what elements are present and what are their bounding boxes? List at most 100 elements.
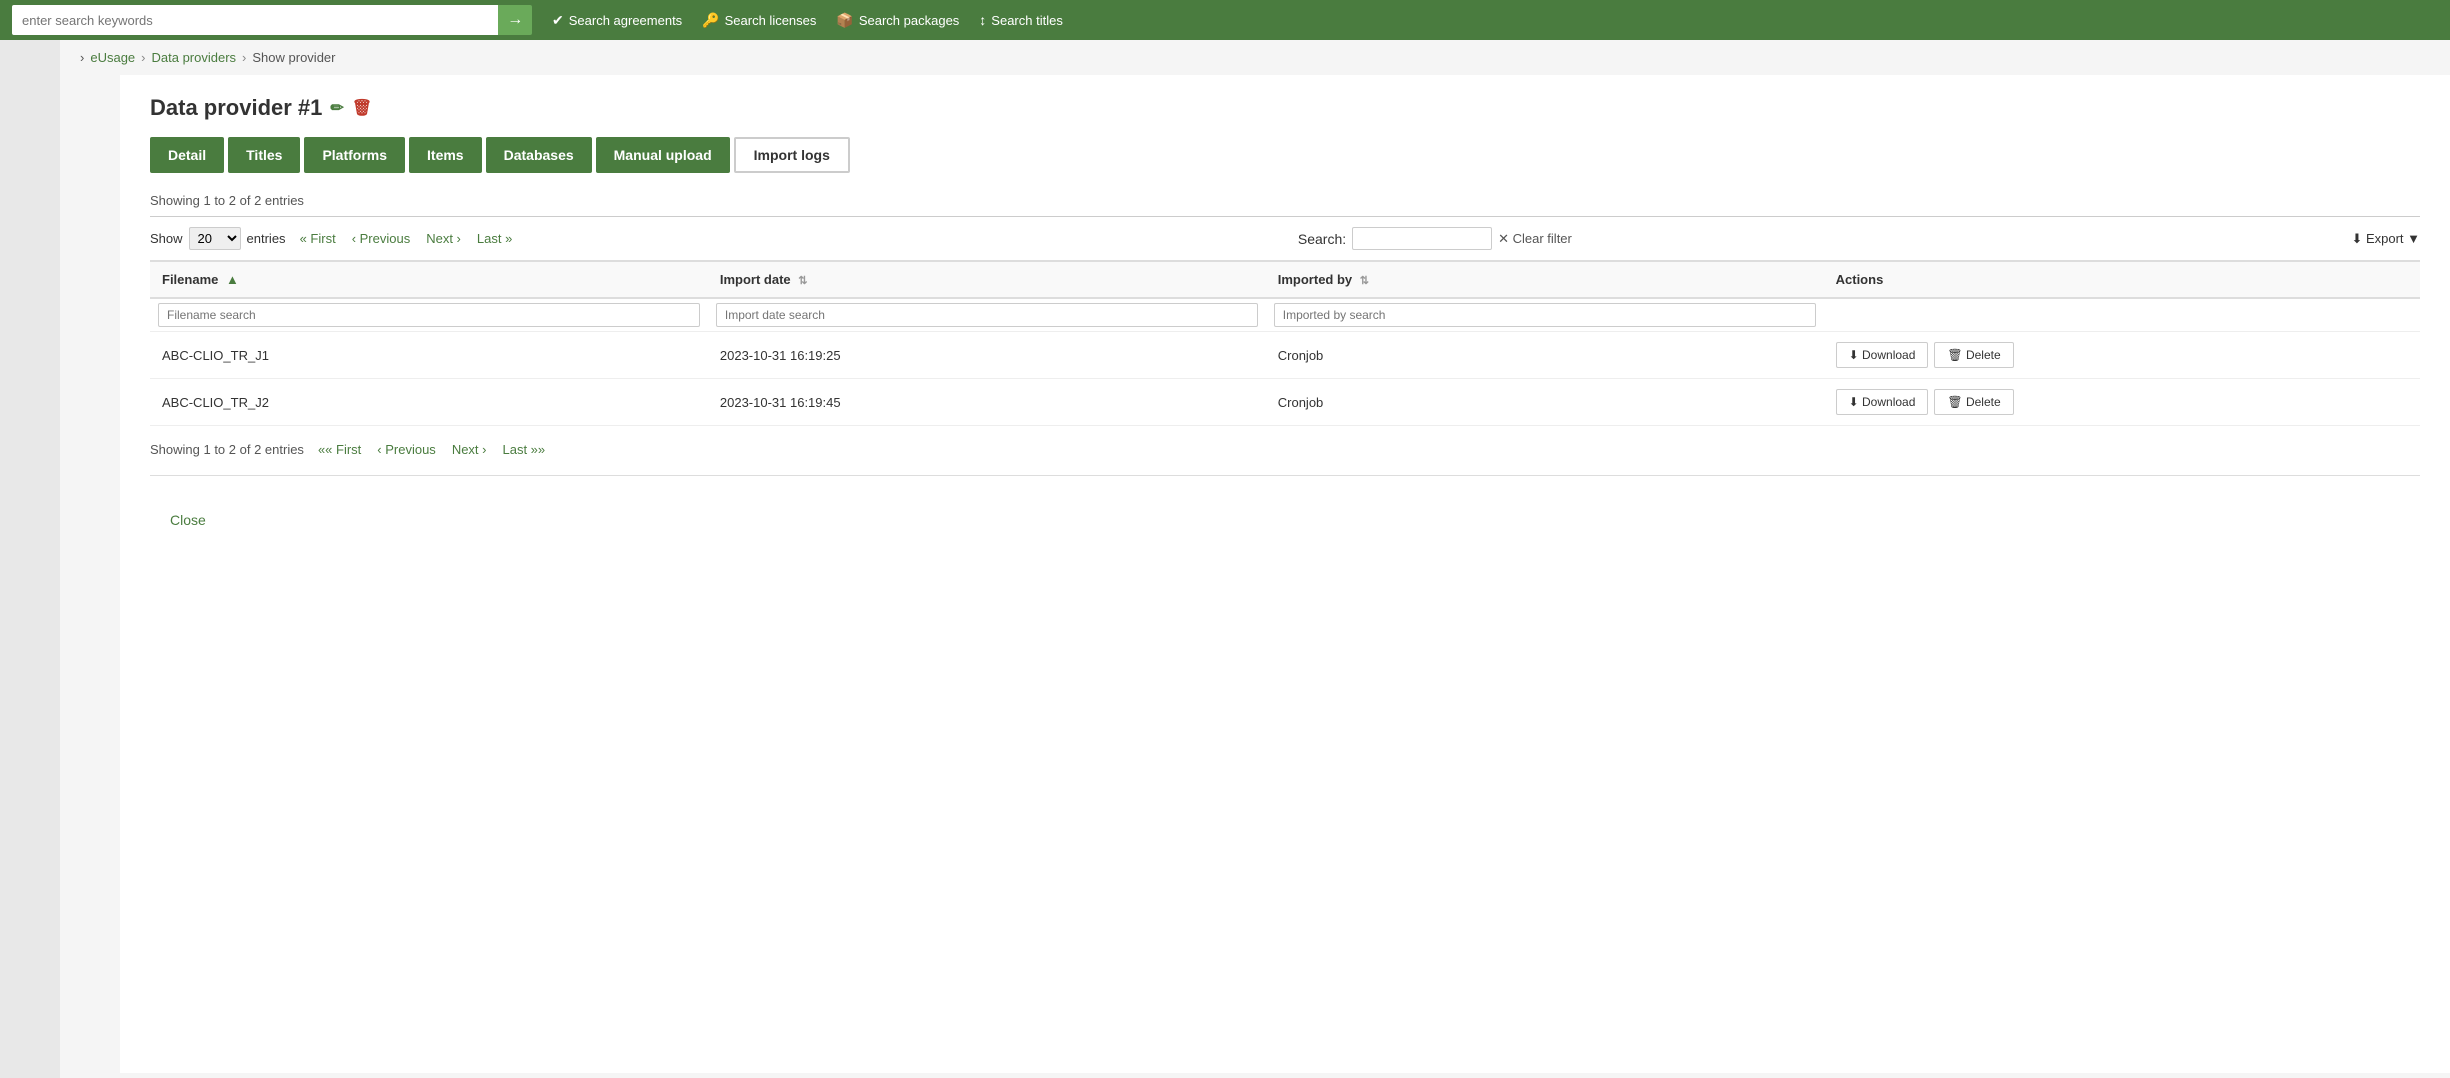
row1-import-date: 2023-10-31 16:19:25 <box>708 332 1266 379</box>
search-filter: Search: ✕ Clear filter <box>1298 227 1572 250</box>
chevron-right-icon: › <box>80 50 84 65</box>
tab-import-logs[interactable]: Import logs <box>734 137 850 173</box>
table-search-input[interactable] <box>1352 227 1492 250</box>
prev-page-btn-top[interactable]: ‹ Previous <box>346 229 417 248</box>
row2-action-btns: ⬇ Download 🗑 Delete <box>1836 389 2408 415</box>
nav-search-packages[interactable]: 📦 Search packages <box>836 12 959 29</box>
actions-search-cell <box>1824 298 2420 332</box>
imported-by-search-cell <box>1266 298 1824 332</box>
col-actions: Actions <box>1824 261 2420 298</box>
col-imported-by-label: Imported by <box>1278 272 1352 287</box>
first-page-btn-bottom[interactable]: «« First <box>312 440 367 459</box>
import-date-search-input[interactable] <box>716 303 1258 327</box>
page-title: Data provider #1 ✏ 🗑 <box>150 95 2420 121</box>
row1-filename: ABC-CLIO_TR_J1 <box>150 332 708 379</box>
sort-icon: ↕ <box>979 12 986 28</box>
first-page-btn-top[interactable]: « First <box>294 229 342 248</box>
breadcrumb: › eUsage › Data providers › Show provide… <box>60 40 2450 75</box>
table-row: ABC-CLIO_TR_J1 2023-10-31 16:19:25 Cronj… <box>150 332 2420 379</box>
last-page-btn-bottom[interactable]: Last »» <box>496 440 551 459</box>
row2-delete-btn[interactable]: 🗑 Delete <box>1934 389 2013 415</box>
col-filename-label: Filename <box>162 272 218 287</box>
col-import-date[interactable]: Import date ⇅ <box>708 261 1266 298</box>
tab-databases[interactable]: Databases <box>486 137 592 173</box>
check-icon: ✔ <box>552 12 564 29</box>
table-controls-top: Show 20 10 50 100 entries « First ‹ Prev… <box>150 227 2420 250</box>
breadcrumb-current: Show provider <box>252 50 335 65</box>
import-date-search-cell <box>708 298 1266 332</box>
close-link[interactable]: Close <box>170 512 206 528</box>
package-icon: 📦 <box>836 12 853 29</box>
clear-filter-btn[interactable]: ✕ Clear filter <box>1498 231 1572 247</box>
sort-asc-icon: ▲ <box>226 272 239 287</box>
global-search-input[interactable] <box>12 5 498 35</box>
next-page-btn-bottom[interactable]: Next › <box>446 440 493 459</box>
nav-search-licenses-label: Search licenses <box>725 13 817 28</box>
breadcrumb-sep-1: › <box>141 50 145 65</box>
row1-actions: ⬇ Download 🗑 Delete <box>1824 332 2420 379</box>
table-header-row: Filename ▲ Import date ⇅ Imported by ⇅ <box>150 261 2420 298</box>
sort-both-icon-2: ⇅ <box>1360 275 1369 287</box>
tab-detail[interactable]: Detail <box>150 137 224 173</box>
arrow-icon: → <box>507 11 523 29</box>
nav-search-titles[interactable]: ↕ Search titles <box>979 12 1063 29</box>
entries-select[interactable]: 20 10 50 100 <box>189 227 241 250</box>
top-nav-links: ✔ Search agreements 🔑 Search licenses 📦 … <box>552 12 1063 29</box>
breadcrumb-sep-2: › <box>242 50 246 65</box>
imported-by-search-input[interactable] <box>1274 303 1816 327</box>
nav-search-agreements-label: Search agreements <box>569 13 682 28</box>
row1-delete-btn[interactable]: 🗑 Delete <box>1934 342 2013 368</box>
filename-search-cell <box>150 298 708 332</box>
breadcrumb-data-providers[interactable]: Data providers <box>152 50 237 65</box>
col-imported-by[interactable]: Imported by ⇅ <box>1266 261 1824 298</box>
row1-imported-by: Cronjob <box>1266 332 1824 379</box>
nav-search-licenses[interactable]: 🔑 Search licenses <box>702 12 816 29</box>
col-import-date-label: Import date <box>720 272 791 287</box>
search-input-wrap: → <box>12 5 532 35</box>
row2-filename: ABC-CLIO_TR_J2 <box>150 379 708 426</box>
table-search-row <box>150 298 2420 332</box>
table-row: ABC-CLIO_TR_J2 2023-10-31 16:19:45 Cronj… <box>150 379 2420 426</box>
tabs: Detail Titles Platforms Items Databases … <box>150 137 2420 173</box>
export-btn[interactable]: ⬇ Export ▼ <box>2351 231 2420 247</box>
row2-import-date: 2023-10-31 16:19:45 <box>708 379 1266 426</box>
page-title-text: Data provider #1 <box>150 95 322 121</box>
row1-action-btns: ⬇ Download 🗑 Delete <box>1836 342 2408 368</box>
sidebar <box>0 40 60 1078</box>
showing-text-bottom: Showing 1 to 2 of 2 entries <box>150 442 304 457</box>
data-table: Filename ▲ Import date ⇅ Imported by ⇅ <box>150 260 2420 426</box>
row2-actions: ⬇ Download 🗑 Delete <box>1824 379 2420 426</box>
search-label: Search: <box>1298 231 1346 247</box>
delete-icon[interactable]: 🗑 <box>352 98 372 118</box>
row1-download-btn[interactable]: ⬇ Download <box>1836 342 1929 368</box>
breadcrumb-eusage[interactable]: eUsage <box>90 50 135 65</box>
prev-page-btn-bottom[interactable]: ‹ Previous <box>371 440 442 459</box>
show-entries: Show 20 10 50 100 entries <box>150 227 286 250</box>
pagination-top: « First ‹ Previous Next › Last » <box>294 229 519 248</box>
nav-search-agreements[interactable]: ✔ Search agreements <box>552 12 682 29</box>
layout: › eUsage › Data providers › Show provide… <box>0 40 2450 1078</box>
key-icon: 🔑 <box>702 12 719 29</box>
tab-titles[interactable]: Titles <box>228 137 300 173</box>
nav-search-packages-label: Search packages <box>859 13 959 28</box>
tab-platforms[interactable]: Platforms <box>304 137 405 173</box>
filename-search-input[interactable] <box>158 303 700 327</box>
tab-manual-upload[interactable]: Manual upload <box>596 137 730 173</box>
search-submit-button[interactable]: → <box>498 5 532 35</box>
section-divider <box>150 475 2420 476</box>
entries-label: entries <box>247 231 286 246</box>
last-page-btn-top[interactable]: Last » <box>471 229 518 248</box>
col-actions-label: Actions <box>1836 272 1884 287</box>
row2-download-btn[interactable]: ⬇ Download <box>1836 389 1929 415</box>
row2-imported-by: Cronjob <box>1266 379 1824 426</box>
main-content: Data provider #1 ✏ 🗑 Detail Titles Platf… <box>120 75 2450 1073</box>
tab-items[interactable]: Items <box>409 137 482 173</box>
next-page-btn-top[interactable]: Next › <box>420 229 467 248</box>
nav-search-titles-label: Search titles <box>991 13 1063 28</box>
sort-both-icon-1: ⇅ <box>798 275 807 287</box>
top-bar: → ✔ Search agreements 🔑 Search licenses … <box>0 0 2450 40</box>
col-filename[interactable]: Filename ▲ <box>150 261 708 298</box>
show-label: Show <box>150 231 183 246</box>
showing-text-top: Showing 1 to 2 of 2 entries <box>150 193 2420 208</box>
edit-icon[interactable]: ✏ <box>330 98 343 118</box>
